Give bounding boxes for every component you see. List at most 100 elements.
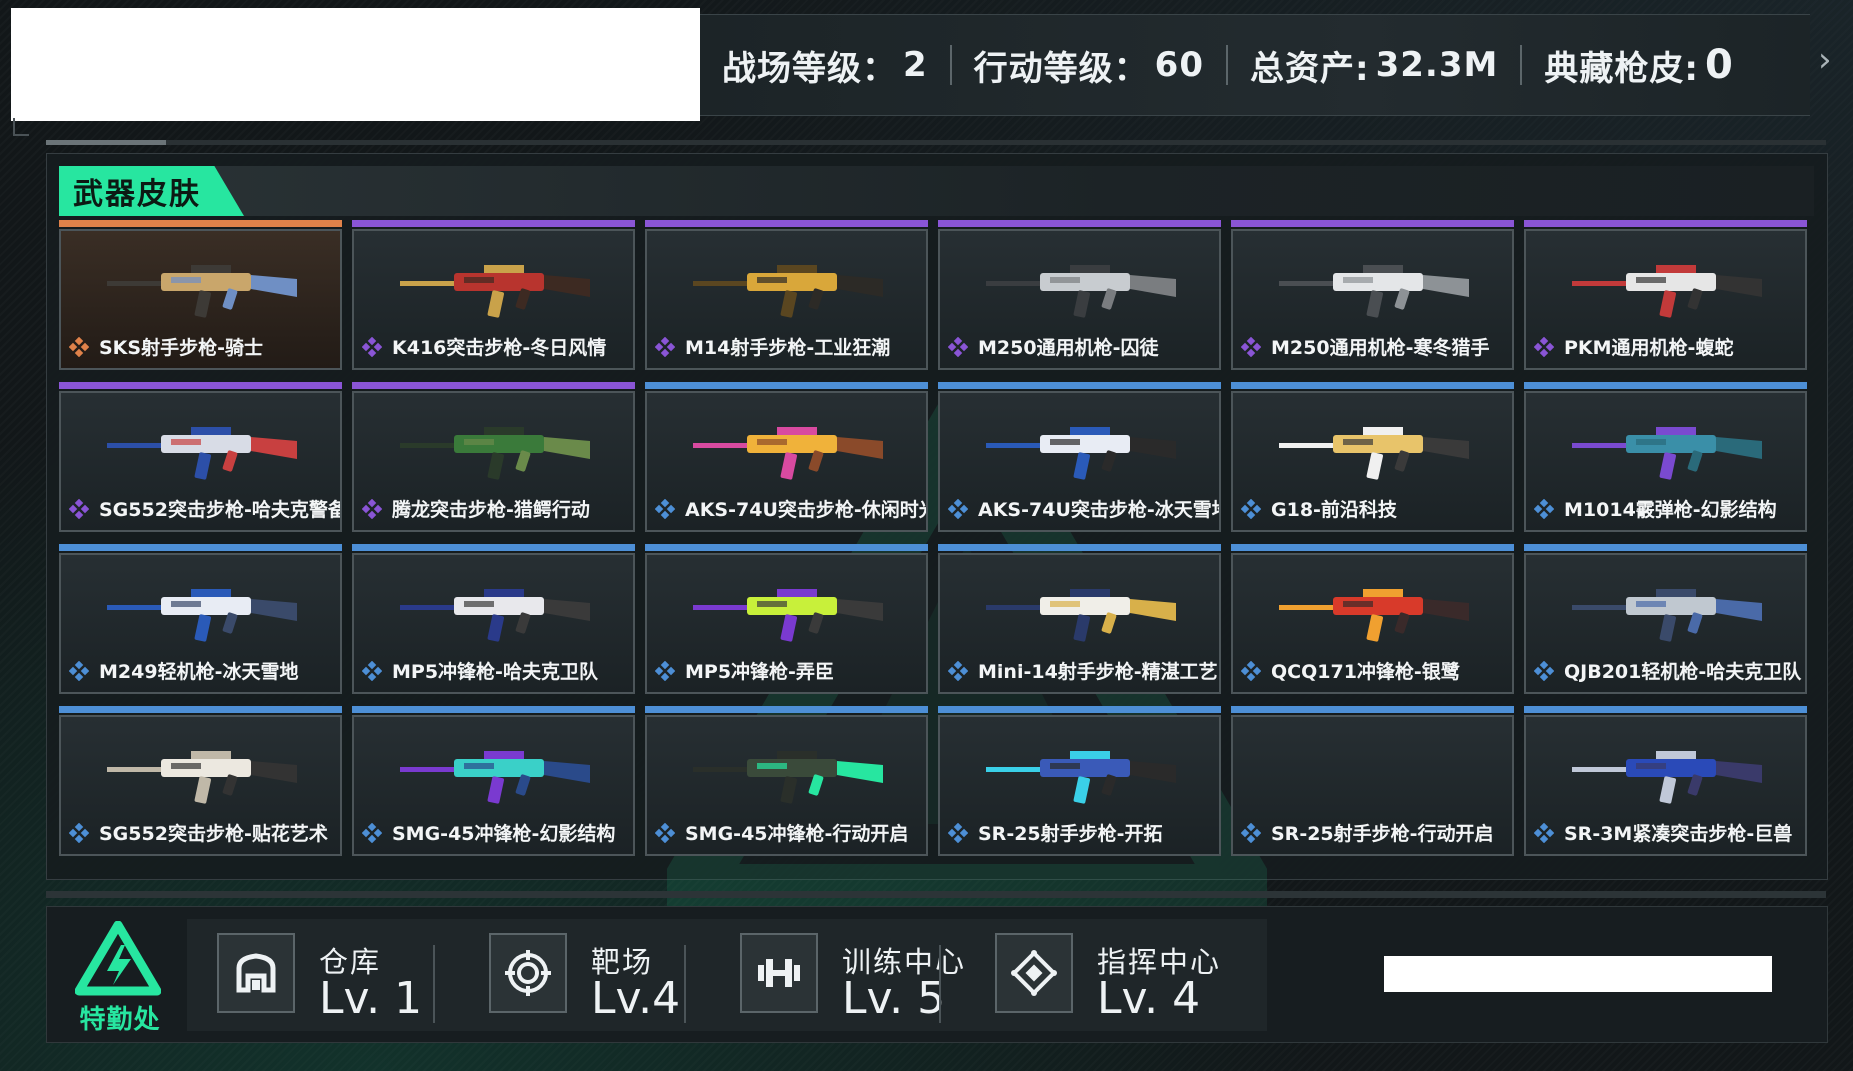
weapon-skin-card[interactable]: M1014霰弹枪-幻影结构 [1524,382,1807,532]
card-body: SG552突击步枪-贴花艺术 [59,715,342,856]
section-title: 武器皮肤 [59,166,244,216]
weapon-skin-image [107,265,297,318]
skin-name: M250通用机枪-寒冬猎手 [1271,337,1490,359]
skin-name: K416突击步枪-冬日风情 [392,337,607,359]
rarity-diamond-icon [69,336,89,357]
weapon-skin-card[interactable]: M250通用机枪-囚徒 [938,220,1221,370]
weapon-skin-image [986,427,1176,480]
command-diamond-icon [995,933,1073,1013]
weapon-skin-card[interactable]: SR-25射手步枪-行动开启 [1231,706,1514,856]
skin-label: SG552突击步枪-哈夫克警备 [69,495,340,522]
skin-name: QJB201轻机枪-哈夫克卫队 [1564,661,1802,683]
skin-grid: SKS射手步枪-骑士 K416突击步枪-冬日风情 M14射手步枪-工业狂潮 M250通… [59,220,1807,856]
skin-label: SMG-45冲锋枪-幻影结构 [362,819,629,846]
facility-level: Lv. 1 [319,973,423,1024]
stat-item: 典藏枪皮: 0 [1522,15,1755,115]
rarity-bar [1231,706,1514,713]
weapon-skin-image [107,751,297,804]
weapon-skin-image [1572,589,1762,642]
weapon-skin-card[interactable]: Mini-14射手步枪-精湛工艺 [938,544,1221,694]
weapon-skin-card[interactable]: AKS-74U突击步枪-冰天雪地 [938,382,1221,532]
rarity-diamond-icon [655,498,675,519]
skin-name: M249轻机枪-冰天雪地 [99,661,299,683]
card-body: SMG-45冲锋枪-行动开启 [645,715,928,856]
rarity-bar [352,544,635,551]
facility-3[interactable]: 指挥中心 Lv. 4 [965,919,1219,1031]
weapon-skin-image [400,589,590,642]
skin-label: MP5冲锋枪-哈夫克卫队 [362,657,629,684]
card-body: AKS-74U突击步枪-冰天雪地 [938,391,1221,532]
stat-label: 典藏枪皮: [1544,48,1699,89]
weapon-skin-card[interactable]: SMG-45冲锋枪-行动开启 [645,706,928,856]
facility-1[interactable]: 靶场 Lv.4 [459,919,699,1031]
weapon-skin-image [400,751,590,804]
card-body: SG552突击步枪-哈夫克警备 [59,391,342,532]
corner-decoration [13,118,29,136]
weapon-skin-card[interactable]: SR-3M紧凑突击步枪-巨兽 [1524,706,1807,856]
skin-name: G18-前沿科技 [1271,499,1397,521]
weapon-skin-card[interactable]: SG552突击步枪-贴花艺术 [59,706,342,856]
weapon-skin-image [1279,427,1469,480]
skin-label: SG552突击步枪-贴花艺术 [69,819,336,846]
rarity-diamond-icon [655,822,675,843]
triangle-logo-icon [74,920,162,996]
weapon-skin-image [1279,265,1469,318]
skin-label: SR-25射手步枪-行动开启 [1241,819,1508,846]
stat-item: 行动等级： 60 [952,15,1226,115]
special-ops-logo[interactable]: 特勤处 [74,920,162,1035]
skin-name: 腾龙突击步枪-猎鳄行动 [392,499,590,521]
rarity-diamond-icon [948,498,968,519]
skin-name: M14射手步枪-工业狂潮 [685,337,891,359]
skin-label: M249轻机枪-冰天雪地 [69,657,336,684]
rarity-bar [59,220,342,227]
rarity-diamond-icon [1241,498,1261,519]
rarity-bar [645,706,928,713]
weapon-skin-card[interactable]: AKS-74U突击步枪-休闲时光 [645,382,928,532]
chevron-right-icon[interactable]: › [1818,40,1832,80]
rarity-bar [645,382,928,389]
weapon-skin-card[interactable]: SMG-45冲锋枪-幻影结构 [352,706,635,856]
weapon-skin-card[interactable]: K416突击步枪-冬日风情 [352,220,635,370]
stat-value: 32.3M [1375,45,1499,85]
weapon-skin-image [400,427,590,480]
rarity-diamond-icon [362,660,382,681]
card-body: M249轻机枪-冰天雪地 [59,553,342,694]
rarity-diamond-icon [362,498,382,519]
skin-label: MP5冲锋枪-弄臣 [655,657,922,684]
rarity-diamond-icon [1534,660,1554,681]
weapon-skin-card[interactable]: M250通用机枪-寒冬猎手 [1231,220,1514,370]
weapon-skin-card[interactable]: SKS射手步枪-骑士 [59,220,342,370]
rarity-bar [1231,544,1514,551]
skin-name: SR-3M紧凑突击步枪-巨兽 [1564,823,1793,845]
facility-0[interactable]: 仓库 Lv. 1 [187,919,427,1031]
weapon-skin-card[interactable]: MP5冲锋枪-弄臣 [645,544,928,694]
skin-label: AKS-74U突击步枪-休闲时光 [655,495,926,522]
weapon-skin-image [107,427,297,480]
facility-2[interactable]: 训练中心 Lv. 5 [710,919,964,1031]
rarity-diamond-icon [69,498,89,519]
weapon-skin-card[interactable]: M249轻机枪-冰天雪地 [59,544,342,694]
weapon-skin-card[interactable]: SR-25射手步枪-开拓 [938,706,1221,856]
rarity-diamond-icon [1241,336,1261,357]
skin-name: MP5冲锋枪-哈夫克卫队 [392,661,598,683]
weapon-skin-image [1279,589,1469,642]
weapon-skin-card[interactable]: SG552突击步枪-哈夫克警备 [59,382,342,532]
card-body: SR-25射手步枪-行动开启 [1231,715,1514,856]
stats-bar: 战场等级： 2 行动等级： 60 总资产: 32.3M 典藏枪皮: 0 [700,14,1810,116]
top-bar: 战场等级： 2 行动等级： 60 总资产: 32.3M 典藏枪皮: 0 › [0,0,1853,140]
weapon-skin-card[interactable]: PKM通用机枪-蝮蛇 [1524,220,1807,370]
weapon-skin-image [400,265,590,318]
stat-label: 总资产: [1250,48,1370,89]
target-icon [489,933,567,1013]
weapon-skin-card[interactable]: G18-前沿科技 [1231,382,1514,532]
card-body: M250通用机枪-寒冬猎手 [1231,229,1514,370]
card-body: 腾龙突击步枪-猎鳄行动 [352,391,635,532]
weapon-skin-card[interactable]: QJB201轻机枪-哈夫克卫队 [1524,544,1807,694]
weapon-skin-card[interactable]: QCQ171冲锋枪-银鹭 [1231,544,1514,694]
weapon-skin-card[interactable]: M14射手步枪-工业狂潮 [645,220,928,370]
rarity-diamond-icon [1241,660,1261,681]
weapon-skin-card[interactable]: 腾龙突击步枪-猎鳄行动 [352,382,635,532]
weapon-skin-card[interactable]: MP5冲锋枪-哈夫克卫队 [352,544,635,694]
skin-name: AKS-74U突击步枪-冰天雪地 [978,499,1221,521]
weapon-skin-panel: 武器皮肤 SKS射手步枪-骑士 K416突击步枪-冬日风情 M14射手步枪-工业狂潮… [46,153,1828,914]
